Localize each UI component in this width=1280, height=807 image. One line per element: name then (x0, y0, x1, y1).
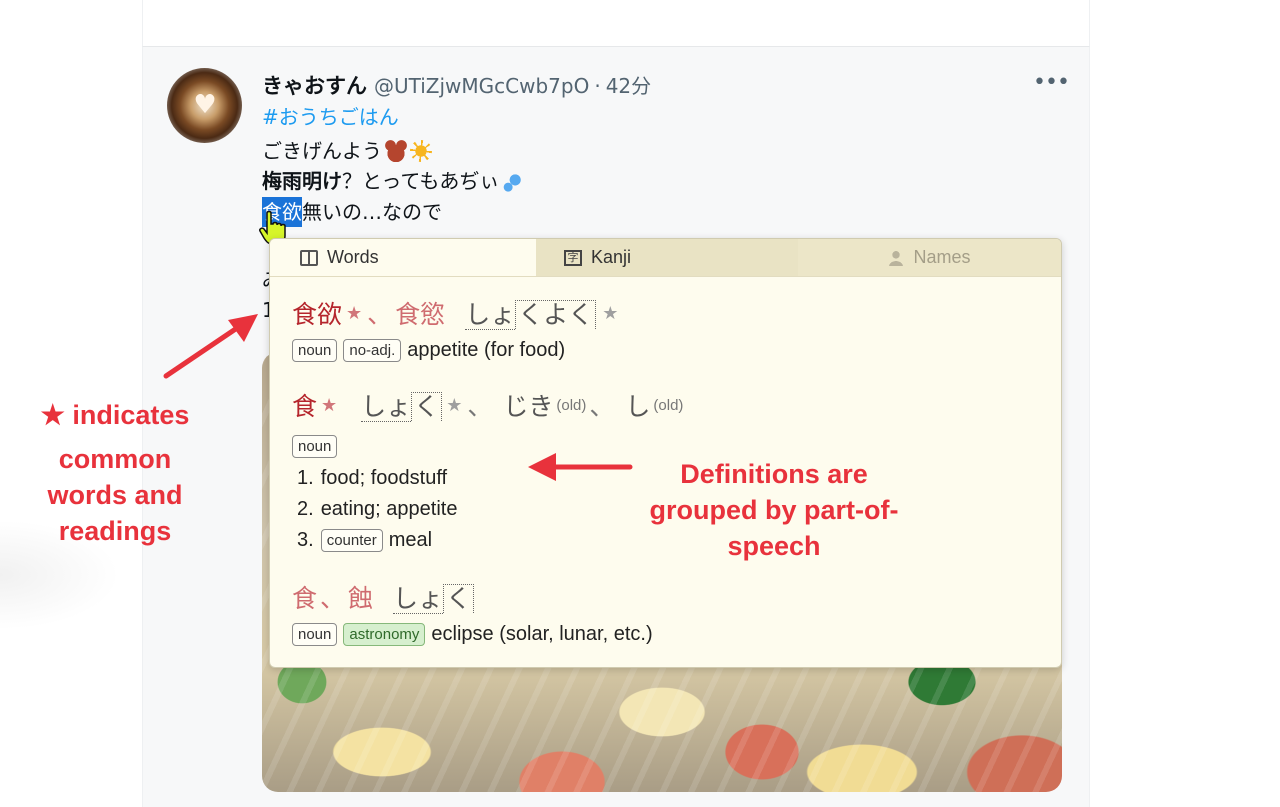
annotation-line-1: ★ indicates (10, 397, 220, 433)
annotation-line-2: common (58, 444, 172, 474)
annotation-star-icon: ★ (40, 400, 65, 430)
annotation-grouped-definitions: Definitions are grouped by part-of- spee… (618, 456, 930, 564)
annotation-line-4: readings (58, 516, 172, 546)
annotation-indicates-text: indicates (72, 400, 190, 430)
arrow-to-definitions-icon (528, 453, 633, 481)
arrow-to-star-icon (163, 314, 258, 379)
annotation-common-words: ★ indicates common words and readings (10, 397, 220, 549)
annotation-line-2: grouped by part-of- (649, 495, 899, 525)
annotation-line-1: Definitions are (680, 459, 868, 489)
annotation-line-3: speech (727, 531, 821, 561)
annotation-line-3: words and (47, 480, 183, 510)
